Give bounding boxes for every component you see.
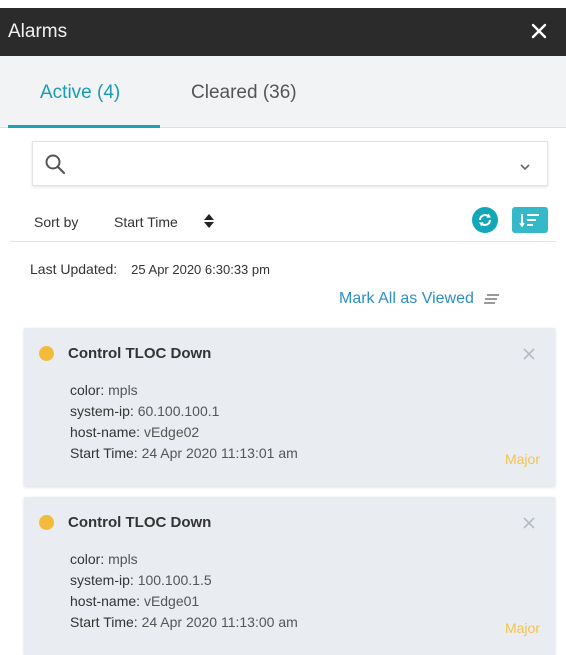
list-lines-icon: [484, 294, 500, 304]
sort-by-label: Sort by: [34, 214, 79, 230]
alarm-card[interactable]: Control TLOC Down color: mpls system-ip:…: [24, 328, 555, 486]
alarm-field: host-name: vEdge01: [70, 593, 200, 609]
alarm-field: color: mpls: [70, 551, 138, 567]
alarm-field: Start Time: 24 Apr 2020 11:13:00 am: [70, 614, 298, 630]
alarm-details: color: mpls system-ip: 100.100.1.5 host-…: [70, 549, 298, 633]
alarm-field: system-ip: 60.100.100.1: [70, 403, 220, 419]
severity-dot-icon: [39, 515, 54, 530]
sort-row: Sort by Start Time: [0, 200, 566, 240]
last-updated: Last Updated: 25 Apr 2020 6:30:33 pm: [30, 261, 270, 277]
last-updated-label: Last Updated:: [30, 261, 118, 277]
alarm-field: color: mpls: [70, 382, 138, 398]
tab-bar: Active (4) Cleared (36): [0, 56, 566, 128]
sort-list-icon: [519, 214, 539, 228]
alarm-field: host-name: vEdge02: [70, 424, 200, 440]
sort-order-button[interactable]: [512, 207, 548, 233]
search-icon: [43, 152, 67, 176]
alarm-title: Control TLOC Down: [68, 514, 212, 531]
refresh-button[interactable]: [472, 207, 498, 233]
alarm-field: system-ip: 100.100.1.5: [70, 572, 212, 588]
active-tab-indicator: [8, 125, 160, 128]
mark-all-viewed-link[interactable]: Mark All as Viewed: [339, 290, 500, 308]
close-icon[interactable]: [526, 18, 552, 44]
panel-title: Alarms: [8, 21, 68, 42]
alarm-title: Control TLOC Down: [68, 345, 212, 362]
title-bar: Alarms: [0, 8, 566, 56]
sort-direction-icon[interactable]: [203, 212, 215, 230]
last-updated-value: 25 Apr 2020 6:30:33 pm: [131, 262, 270, 277]
severity-label: Major: [504, 620, 540, 636]
mark-all-viewed-label: Mark All as Viewed: [339, 290, 474, 307]
alarm-card[interactable]: Control TLOC Down color: mpls system-ip:…: [24, 497, 555, 655]
severity-dot-icon: [39, 346, 54, 361]
alarm-details: color: mpls system-ip: 60.100.100.1 host…: [70, 380, 298, 464]
search-input[interactable]: [77, 150, 497, 178]
divider: [10, 241, 556, 242]
dismiss-icon[interactable]: [521, 515, 537, 531]
tab-active[interactable]: Active (4): [40, 82, 120, 104]
search-box[interactable]: [32, 141, 548, 186]
alarm-field: Start Time: 24 Apr 2020 11:13:01 am: [70, 445, 298, 461]
alarms-panel: Alarms Active (4) Cleared (36) Sort by S…: [0, 0, 566, 655]
chevron-down-icon[interactable]: [519, 159, 531, 171]
sort-field-select[interactable]: Start Time: [114, 214, 178, 230]
severity-label: Major: [504, 451, 540, 467]
refresh-icon: [479, 213, 491, 227]
tab-cleared[interactable]: Cleared (36): [191, 82, 297, 104]
dismiss-icon[interactable]: [521, 346, 537, 362]
